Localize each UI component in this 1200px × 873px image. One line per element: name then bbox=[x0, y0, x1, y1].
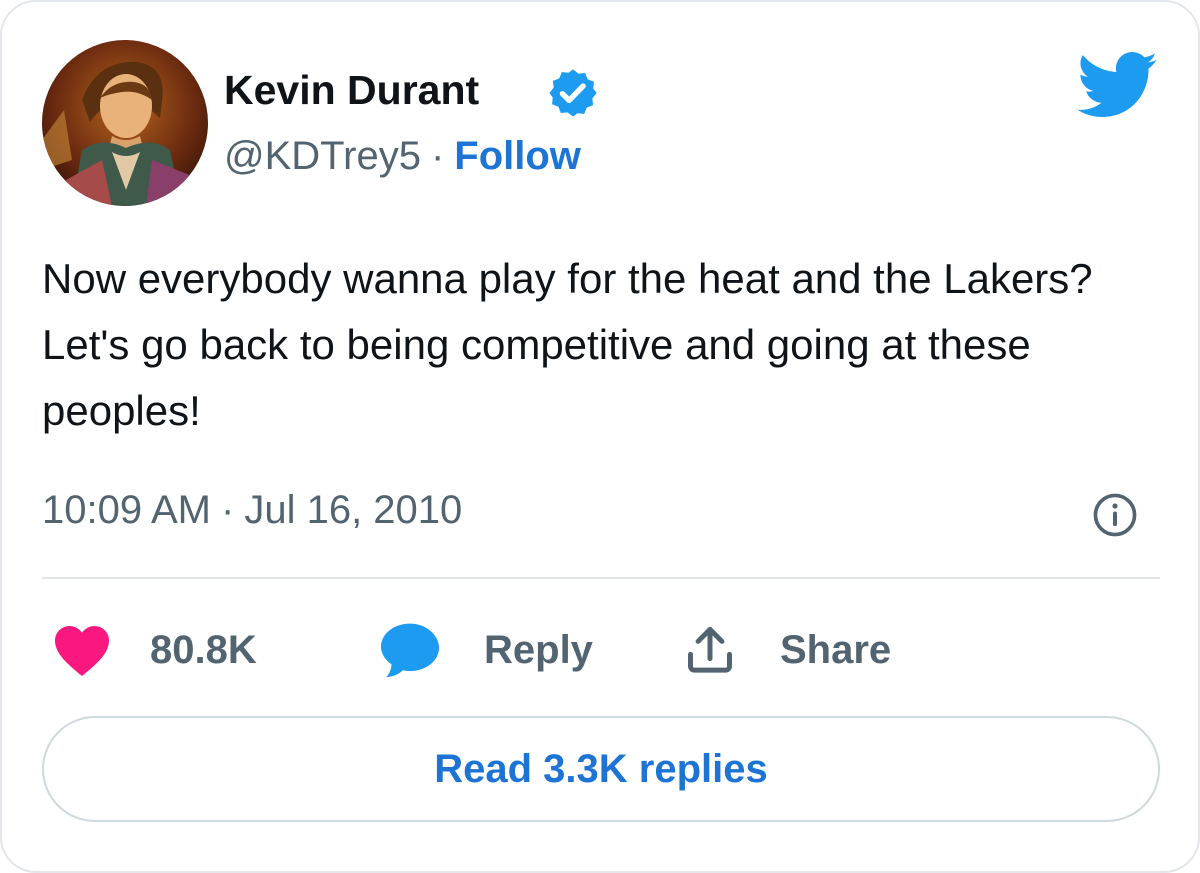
share-label: Share bbox=[780, 628, 892, 672]
like-count: 80.8K bbox=[150, 628, 257, 672]
share-button[interactable]: Share bbox=[684, 620, 891, 680]
twitter-bird-icon[interactable] bbox=[1076, 52, 1160, 118]
timestamp-separator: · bbox=[221, 488, 235, 532]
tweet-timestamp[interactable]: 10:09 AM · Jul 16, 2010 bbox=[42, 482, 462, 538]
share-arrow-icon bbox=[688, 626, 732, 673]
tweet-card: Kevin Durant @KDTrey5 · Follow Now everybo… bbox=[0, 0, 1200, 873]
read-replies-button[interactable]: Read 3.3K replies bbox=[42, 716, 1160, 822]
reply-label: Reply bbox=[484, 628, 593, 672]
speech-bubble-icon bbox=[381, 623, 439, 678]
handle-separator: · bbox=[430, 134, 445, 178]
like-button[interactable]: 80.8K bbox=[52, 620, 257, 680]
avatar-illustration bbox=[42, 40, 208, 206]
heart-icon bbox=[55, 625, 109, 677]
display-name[interactable]: Kevin Durant bbox=[224, 64, 479, 116]
verified-badge-icon bbox=[549, 69, 597, 117]
tweet-time: 10:09 AM bbox=[42, 488, 212, 532]
tweet-date: Jul 16, 2010 bbox=[244, 488, 463, 532]
tweet-text: Now everybody wanna play for the heat an… bbox=[42, 255, 1093, 434]
follow-button[interactable]: Follow bbox=[454, 134, 581, 178]
info-icon[interactable] bbox=[1092, 492, 1138, 538]
reply-button[interactable]: Reply bbox=[378, 620, 593, 680]
avatar[interactable] bbox=[42, 40, 208, 206]
divider bbox=[42, 577, 1160, 579]
handle[interactable]: @KDTrey5 bbox=[224, 134, 421, 178]
handle-row: @KDTrey5 · Follow bbox=[224, 130, 581, 182]
